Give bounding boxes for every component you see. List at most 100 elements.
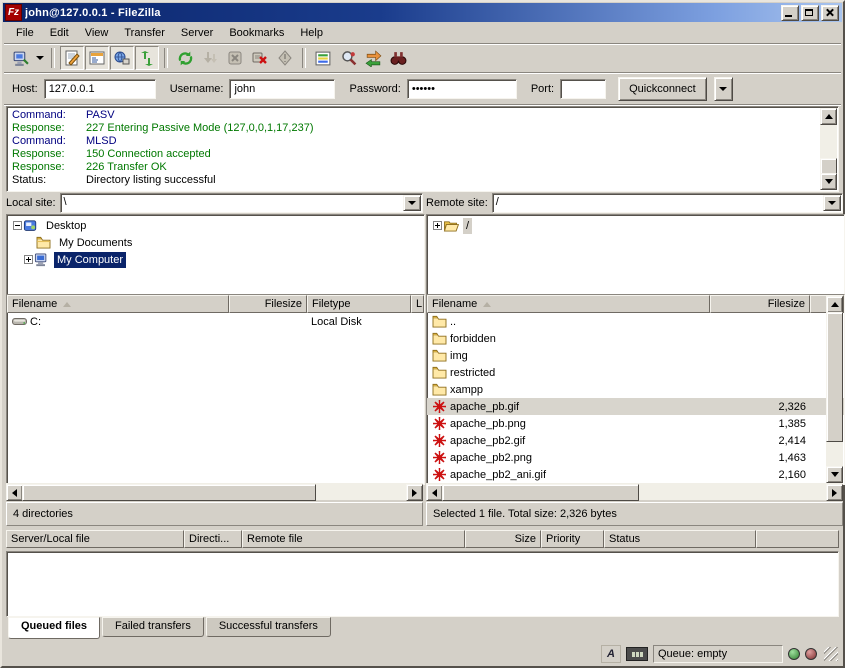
column-header-size[interactable]: Size bbox=[465, 530, 541, 548]
scroll-left-button[interactable] bbox=[6, 484, 23, 501]
host-input[interactable]: 127.0.0.1 bbox=[44, 79, 156, 99]
menu-edit[interactable]: Edit bbox=[42, 25, 77, 41]
remote-list-hscrollbar[interactable] bbox=[426, 483, 843, 500]
scroll-right-button[interactable] bbox=[406, 484, 423, 501]
maximize-button[interactable] bbox=[801, 5, 819, 21]
folder-row[interactable]: .. bbox=[427, 313, 844, 330]
refresh-button[interactable] bbox=[173, 46, 197, 70]
tab-queued-files[interactable]: Queued files bbox=[8, 617, 100, 639]
image-file-icon bbox=[431, 400, 448, 413]
synchronized-browsing-button[interactable] bbox=[361, 46, 385, 70]
speedlimit-icon[interactable] bbox=[626, 647, 648, 661]
menu-file[interactable]: File bbox=[8, 25, 42, 41]
toggle-transfer-queue-button[interactable] bbox=[135, 46, 159, 70]
scroll-down-button[interactable] bbox=[826, 466, 843, 483]
tree-item-root[interactable]: / bbox=[427, 217, 844, 234]
local-list-hscrollbar[interactable] bbox=[6, 483, 423, 500]
scroll-left-button[interactable] bbox=[426, 484, 443, 501]
cancel-operation-button[interactable] bbox=[223, 46, 247, 70]
column-header-priority[interactable]: Priority bbox=[541, 530, 604, 548]
column-header-server-local-file[interactable]: Server/Local file bbox=[6, 530, 184, 548]
menu-view[interactable]: View bbox=[77, 25, 117, 41]
menu-bookmarks[interactable]: Bookmarks bbox=[221, 25, 292, 41]
scroll-up-button[interactable] bbox=[826, 296, 843, 313]
tree-item-desktop[interactable]: Desktop bbox=[7, 217, 424, 234]
username-input[interactable]: john bbox=[229, 79, 335, 99]
find-files-button[interactable] bbox=[386, 46, 410, 70]
file-row-selected[interactable]: apache_pb.gif 2,326 bbox=[427, 398, 844, 415]
remote-site-combo[interactable]: / bbox=[492, 193, 843, 213]
password-input[interactable]: •••••• bbox=[407, 79, 517, 99]
scrollbar-thumb[interactable] bbox=[820, 158, 837, 174]
scroll-up-button[interactable] bbox=[820, 108, 837, 125]
reconnect-button[interactable] bbox=[273, 46, 297, 70]
quickconnect-dropdown-button[interactable] bbox=[714, 77, 733, 101]
column-header-filename[interactable]: Filename bbox=[427, 295, 710, 313]
column-header-filetype[interactable]: Filetype bbox=[307, 295, 411, 313]
close-button[interactable] bbox=[821, 5, 839, 21]
title-bar[interactable]: Fz john@127.0.0.1 - FileZilla bbox=[3, 3, 842, 22]
log-scrollbar[interactable] bbox=[820, 108, 837, 190]
image-file-icon bbox=[431, 434, 448, 447]
port-label: Port: bbox=[531, 83, 554, 95]
folder-row[interactable]: restricted bbox=[427, 364, 844, 381]
column-header-modified[interactable]: L bbox=[411, 295, 424, 313]
file-row[interactable]: apache_pb2.png 1,463 bbox=[427, 449, 844, 466]
tab-successful-transfers[interactable]: Successful transfers bbox=[206, 617, 331, 637]
tree-item-my-documents[interactable]: My Documents bbox=[7, 234, 424, 251]
folder-row[interactable]: img bbox=[427, 347, 844, 364]
resize-grip[interactable] bbox=[824, 647, 838, 661]
column-header-filesize[interactable]: Filesize bbox=[710, 295, 810, 313]
local-site-dropdown-button[interactable] bbox=[403, 195, 421, 211]
scroll-down-button[interactable] bbox=[820, 173, 837, 190]
collapse-icon[interactable] bbox=[13, 221, 22, 230]
toggle-local-tree-button[interactable] bbox=[85, 46, 109, 70]
process-queue-button[interactable] bbox=[198, 46, 222, 70]
site-manager-button[interactable] bbox=[8, 46, 32, 70]
expand-icon[interactable] bbox=[24, 255, 33, 264]
menu-transfer[interactable]: Transfer bbox=[116, 25, 173, 41]
column-header-status[interactable]: Status bbox=[604, 530, 756, 548]
folder-row[interactable]: xampp bbox=[427, 381, 844, 398]
scrollbar-thumb[interactable] bbox=[826, 312, 843, 442]
toggle-remote-tree-button[interactable] bbox=[110, 46, 134, 70]
arrow-right-icon bbox=[412, 489, 417, 497]
refresh-icon bbox=[177, 50, 194, 67]
file-row[interactable]: apache_pb2.gif 2,414 bbox=[427, 432, 844, 449]
menu-help[interactable]: Help bbox=[292, 25, 331, 41]
remote-list-scrollbar[interactable] bbox=[826, 296, 843, 483]
remote-site-dropdown-button[interactable] bbox=[823, 195, 841, 211]
file-row[interactable]: apache_pb2_ani.gif 2,160 bbox=[427, 466, 844, 483]
minimize-button[interactable] bbox=[781, 5, 799, 21]
find-files-icon bbox=[390, 50, 407, 67]
folder-icon bbox=[431, 349, 448, 362]
scroll-right-button[interactable] bbox=[826, 484, 843, 501]
file-row-c-drive[interactable]: C: Local Disk bbox=[7, 313, 424, 330]
port-input[interactable] bbox=[560, 79, 606, 99]
column-header-filename[interactable]: Filename bbox=[7, 295, 229, 313]
toggle-message-log-button[interactable] bbox=[60, 46, 84, 70]
column-header-remote-file[interactable]: Remote file bbox=[242, 530, 465, 548]
expand-icon[interactable] bbox=[433, 221, 442, 230]
directory-listing-filter-button[interactable] bbox=[311, 46, 335, 70]
directory-comparison-button[interactable] bbox=[336, 46, 360, 70]
site-manager-dropdown-button[interactable] bbox=[33, 47, 46, 69]
local-site-combo[interactable]: \ bbox=[60, 193, 423, 213]
local-list-header: Filename Filesize Filetype L bbox=[7, 295, 424, 313]
column-header-direction[interactable]: Directi... bbox=[184, 530, 242, 548]
folder-row[interactable]: forbidden bbox=[427, 330, 844, 347]
folder-icon bbox=[431, 366, 448, 379]
minimize-icon bbox=[785, 15, 792, 17]
quickconnect-button[interactable]: Quickconnect bbox=[618, 77, 707, 101]
file-row[interactable]: apache_pb.png 1,385 bbox=[427, 415, 844, 432]
column-header-filesize[interactable]: Filesize bbox=[229, 295, 307, 313]
toolbar-separator bbox=[51, 48, 55, 68]
filezilla-window: Fz john@127.0.0.1 - FileZilla File Edit … bbox=[0, 0, 845, 668]
synchronized-browsing-icon bbox=[365, 50, 382, 67]
tab-failed-transfers[interactable]: Failed transfers bbox=[102, 617, 204, 637]
disconnect-button[interactable] bbox=[248, 46, 272, 70]
scrollbar-thumb[interactable] bbox=[22, 484, 316, 501]
tree-item-my-computer[interactable]: My Computer bbox=[7, 251, 424, 268]
scrollbar-thumb[interactable] bbox=[442, 484, 639, 501]
menu-server[interactable]: Server bbox=[173, 25, 221, 41]
